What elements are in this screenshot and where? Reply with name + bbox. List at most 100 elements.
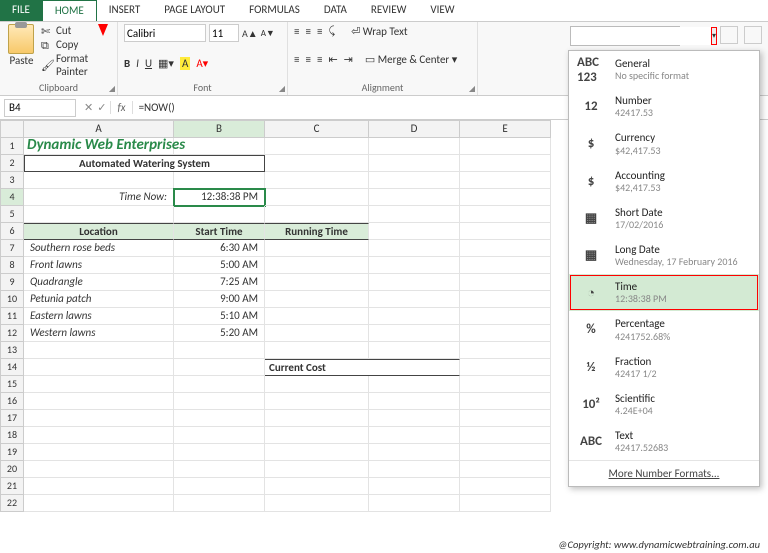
cell[interactable] <box>174 138 265 155</box>
cell[interactable] <box>460 240 551 257</box>
merge-center-button[interactable]: ▭ Merge & Center ▾ <box>365 53 457 66</box>
cell[interactable] <box>174 376 265 393</box>
dialog-launcher-icon[interactable]: ◢ <box>109 84 115 94</box>
align-top-icon[interactable]: ≡ <box>294 25 299 38</box>
row-header[interactable]: 19 <box>0 444 24 461</box>
number-format-dropdown[interactable]: ▾ <box>711 27 717 45</box>
cell[interactable] <box>460 172 551 189</box>
select-all-corner[interactable] <box>0 120 24 138</box>
cell[interactable]: Petunia patch <box>24 291 174 308</box>
cell[interactable] <box>265 495 369 512</box>
row-header[interactable]: 9 <box>0 274 24 291</box>
cell[interactable] <box>460 155 551 172</box>
cell[interactable] <box>369 342 460 359</box>
font-name-select[interactable] <box>124 24 206 42</box>
cell[interactable] <box>369 325 460 342</box>
cell[interactable] <box>24 427 174 444</box>
align-bottom-icon[interactable]: ≡ <box>317 25 322 38</box>
cell[interactable] <box>24 172 174 189</box>
cell[interactable]: Quadrangle <box>24 274 174 291</box>
cell[interactable]: 5:00 AM <box>174 257 265 274</box>
row-header[interactable]: 13 <box>0 342 24 359</box>
cell[interactable] <box>174 410 265 427</box>
format-item-long-date[interactable]: ▦Long DateWednesday, 17 February 2016 <box>569 237 759 274</box>
cell[interactable]: Automated Watering System <box>24 155 265 172</box>
fx-icon[interactable]: fx <box>110 101 132 114</box>
cell[interactable] <box>460 138 551 155</box>
cell[interactable] <box>460 223 551 240</box>
cell[interactable] <box>265 393 369 410</box>
orientation-icon[interactable]: ⤹ <box>328 24 335 38</box>
row-header[interactable]: 1 <box>0 138 24 155</box>
format-item-percentage[interactable]: %Percentage4241752.68% <box>569 311 759 348</box>
indent-inc-icon[interactable]: ⇥ <box>344 53 353 66</box>
cell[interactable] <box>265 172 369 189</box>
cell[interactable] <box>460 376 551 393</box>
row-header[interactable]: 17 <box>0 410 24 427</box>
fill-color-button[interactable]: A <box>180 57 190 70</box>
cell[interactable] <box>174 461 265 478</box>
row-header[interactable]: 10 <box>0 291 24 308</box>
cell[interactable] <box>265 444 369 461</box>
cell[interactable]: 6:30 AM <box>174 240 265 257</box>
decrease-font-icon[interactable]: A▼ <box>261 28 275 39</box>
align-center-icon[interactable]: ≡ <box>305 53 310 66</box>
cell[interactable] <box>460 206 551 223</box>
paste-button[interactable]: Paste <box>6 24 37 78</box>
tab-data[interactable]: DATA <box>312 0 359 21</box>
row-header[interactable]: 15 <box>0 376 24 393</box>
cell[interactable] <box>24 206 174 223</box>
cell[interactable] <box>265 376 369 393</box>
font-color-button[interactable]: A▾ <box>196 57 208 70</box>
row-header[interactable]: 5 <box>0 206 24 223</box>
styles-icon[interactable] <box>744 26 762 44</box>
tab-formulas[interactable]: FORMULAS <box>237 0 312 21</box>
cell[interactable] <box>174 478 265 495</box>
cell[interactable] <box>265 206 369 223</box>
row-header[interactable]: 16 <box>0 393 24 410</box>
cell[interactable] <box>24 410 174 427</box>
cell[interactable] <box>24 376 174 393</box>
indent-dec-icon[interactable]: ⇤ <box>328 53 337 66</box>
cell[interactable] <box>174 495 265 512</box>
col-header-e[interactable]: E <box>460 120 551 138</box>
cell[interactable] <box>265 461 369 478</box>
cell[interactable] <box>460 461 551 478</box>
cell[interactable]: Location <box>24 223 174 240</box>
cell[interactable] <box>369 240 460 257</box>
row-header[interactable]: 20 <box>0 461 24 478</box>
cell[interactable] <box>369 410 460 427</box>
cell[interactable] <box>265 342 369 359</box>
cell[interactable] <box>460 444 551 461</box>
cell[interactable] <box>369 138 460 155</box>
col-header-b[interactable]: B <box>174 120 265 138</box>
cell[interactable] <box>369 478 460 495</box>
cell[interactable] <box>369 427 460 444</box>
tab-file[interactable]: FILE <box>0 0 42 21</box>
cell[interactable] <box>460 478 551 495</box>
border-button[interactable]: ▦▾ <box>158 57 174 70</box>
cell[interactable] <box>265 308 369 325</box>
cell[interactable] <box>174 172 265 189</box>
more-number-formats[interactable]: More Number Formats... <box>569 460 759 486</box>
format-item-text[interactable]: ABCText42417.52683 <box>569 423 759 460</box>
format-item-currency[interactable]: $Currency$42,417.53 <box>569 125 759 162</box>
cell[interactable] <box>369 376 460 393</box>
row-header[interactable]: 6 <box>0 223 24 240</box>
cell[interactable] <box>265 155 369 172</box>
cell[interactable]: 5:10 AM <box>174 308 265 325</box>
row-header[interactable]: 18 <box>0 427 24 444</box>
cell[interactable] <box>460 410 551 427</box>
cond-format-icon[interactable] <box>720 26 738 44</box>
cell[interactable] <box>460 495 551 512</box>
cell[interactable] <box>460 257 551 274</box>
cell[interactable] <box>460 393 551 410</box>
row-header[interactable]: 4 <box>0 189 24 206</box>
cell[interactable] <box>369 206 460 223</box>
cell[interactable] <box>369 172 460 189</box>
cell[interactable] <box>174 393 265 410</box>
cell[interactable] <box>265 138 369 155</box>
align-left-icon[interactable]: ≡ <box>294 53 299 66</box>
font-size-select[interactable] <box>209 24 239 42</box>
format-item-time[interactable]: ◔Time12:38:38 PM <box>569 274 759 311</box>
